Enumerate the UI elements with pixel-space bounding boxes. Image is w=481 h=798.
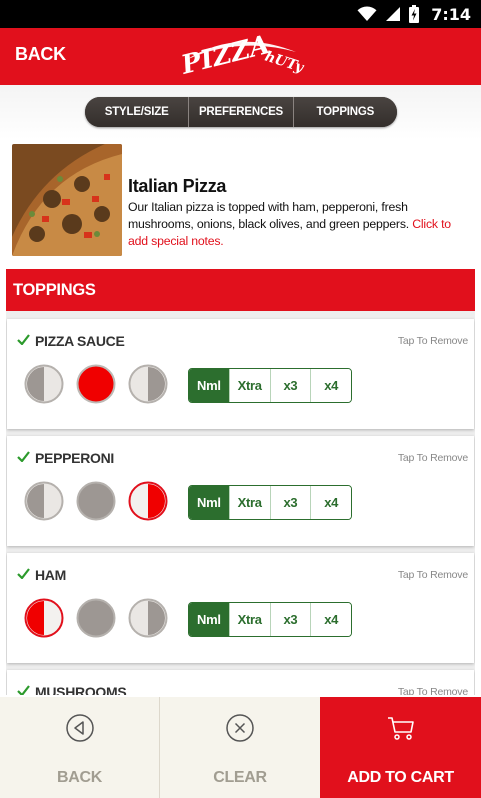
wifi-icon: [357, 6, 377, 22]
checkmark-icon: [17, 568, 30, 579]
qty-normal-button[interactable]: Nml: [189, 603, 230, 636]
left-half-portion-button[interactable]: [24, 598, 64, 638]
app-header: BACK PIZZA hUTy: [0, 28, 481, 85]
pizza-image: [12, 144, 122, 256]
qty-x3-button[interactable]: x3: [270, 603, 312, 636]
product-description-text: Our Italian pizza is topped with ham, pe…: [128, 200, 409, 231]
tap-to-remove[interactable]: Tap To Remove: [398, 686, 468, 695]
svg-text:PIZZA: PIZZA: [177, 30, 272, 81]
clear-x-circle-icon: [226, 714, 254, 742]
left-half-portion-button[interactable]: [24, 481, 64, 521]
topping-card-ham: HAM Tap To Remove Nml Xtra x3 x4: [7, 553, 474, 663]
whole-portion-button[interactable]: [76, 598, 116, 638]
qty-normal-button[interactable]: Nml: [189, 486, 230, 519]
tab-toppings[interactable]: TOPPINGS: [293, 97, 397, 127]
toppings-section-title: TOPPINGS: [6, 269, 475, 311]
qty-extra-button[interactable]: Xtra: [229, 486, 271, 519]
battery-charging-icon: [409, 5, 420, 23]
qty-extra-button[interactable]: Xtra: [229, 369, 271, 402]
topping-card-mushrooms: MUSHROOMS Tap To Remove: [7, 670, 474, 695]
shopping-cart-icon: [387, 717, 414, 740]
right-half-portion-button[interactable]: [128, 364, 168, 404]
svg-text:hUTy: hUTy: [263, 49, 306, 77]
topping-card-pizza-sauce: PIZZA SAUCE Tap To Remove Nml Xtra x3 x4: [7, 319, 474, 429]
qty-x4-button[interactable]: x4: [311, 486, 351, 519]
tap-to-remove[interactable]: Tap To Remove: [398, 569, 468, 581]
quantity-selector: Nml Xtra x3 x4: [188, 485, 352, 520]
topping-name: PEPPERONI: [35, 450, 114, 466]
right-half-portion-button[interactable]: [128, 481, 168, 521]
checkmark-icon: [17, 685, 30, 695]
header-back-button[interactable]: BACK: [15, 44, 66, 65]
segmented-tabs: STYLE/SIZE PREFERENCES TOPPINGS: [85, 97, 397, 127]
qty-x4-button[interactable]: x4: [311, 603, 351, 636]
product-description: Our Italian pizza is topped with ham, pe…: [128, 199, 473, 250]
back-arrow-circle-icon: [65, 714, 94, 742]
qty-x3-button[interactable]: x3: [270, 486, 312, 519]
right-half-portion-button[interactable]: [128, 598, 168, 638]
bottom-back-button[interactable]: BACK: [0, 697, 160, 798]
quantity-selector: Nml Xtra x3 x4: [188, 602, 352, 637]
checkmark-icon: [17, 334, 30, 345]
bottom-back-label: BACK: [56, 769, 103, 786]
qty-x3-button[interactable]: x3: [270, 369, 312, 402]
tab-preferences[interactable]: PREFERENCES: [189, 97, 294, 127]
qty-extra-button[interactable]: Xtra: [229, 603, 271, 636]
signal-icon: [386, 7, 401, 21]
bottom-action-bar: BACK CLEAR ADD TO CART: [0, 697, 481, 798]
checkmark-icon: [17, 451, 30, 462]
clear-button[interactable]: CLEAR: [160, 697, 320, 798]
whole-portion-button[interactable]: [76, 481, 116, 521]
pizza-hut-logo: PIZZA hUTy: [177, 30, 306, 81]
qty-x4-button[interactable]: x4: [311, 369, 351, 402]
tab-style-size[interactable]: STYLE/SIZE: [85, 97, 190, 127]
topping-name: MUSHROOMS: [35, 684, 127, 695]
tab-bar-area: STYLE/SIZE PREFERENCES TOPPINGS: [0, 85, 481, 140]
topping-card-pepperoni: PEPPERONI Tap To Remove Nml Xtra x3 x4: [7, 436, 474, 546]
topping-name: HAM: [35, 567, 66, 583]
status-time: 7:14: [431, 4, 471, 24]
left-half-portion-button[interactable]: [24, 364, 64, 404]
quantity-selector: Nml Xtra x3 x4: [188, 368, 352, 403]
add-to-cart-label: ADD TO CART: [347, 769, 454, 786]
topping-name: PIZZA SAUCE: [35, 333, 125, 349]
qty-normal-button[interactable]: Nml: [189, 369, 230, 402]
add-to-cart-button[interactable]: ADD TO CART: [320, 697, 481, 798]
product-title: Italian Pizza: [128, 176, 227, 196]
tap-to-remove[interactable]: Tap To Remove: [398, 335, 468, 347]
toppings-section: TOPPINGS PIZZA SAUCE Tap To Remove Nml X…: [6, 269, 475, 695]
tap-to-remove[interactable]: Tap To Remove: [398, 452, 468, 464]
clear-label: CLEAR: [213, 769, 267, 786]
whole-portion-button[interactable]: [76, 364, 116, 404]
status-bar: 7:14: [0, 0, 481, 28]
